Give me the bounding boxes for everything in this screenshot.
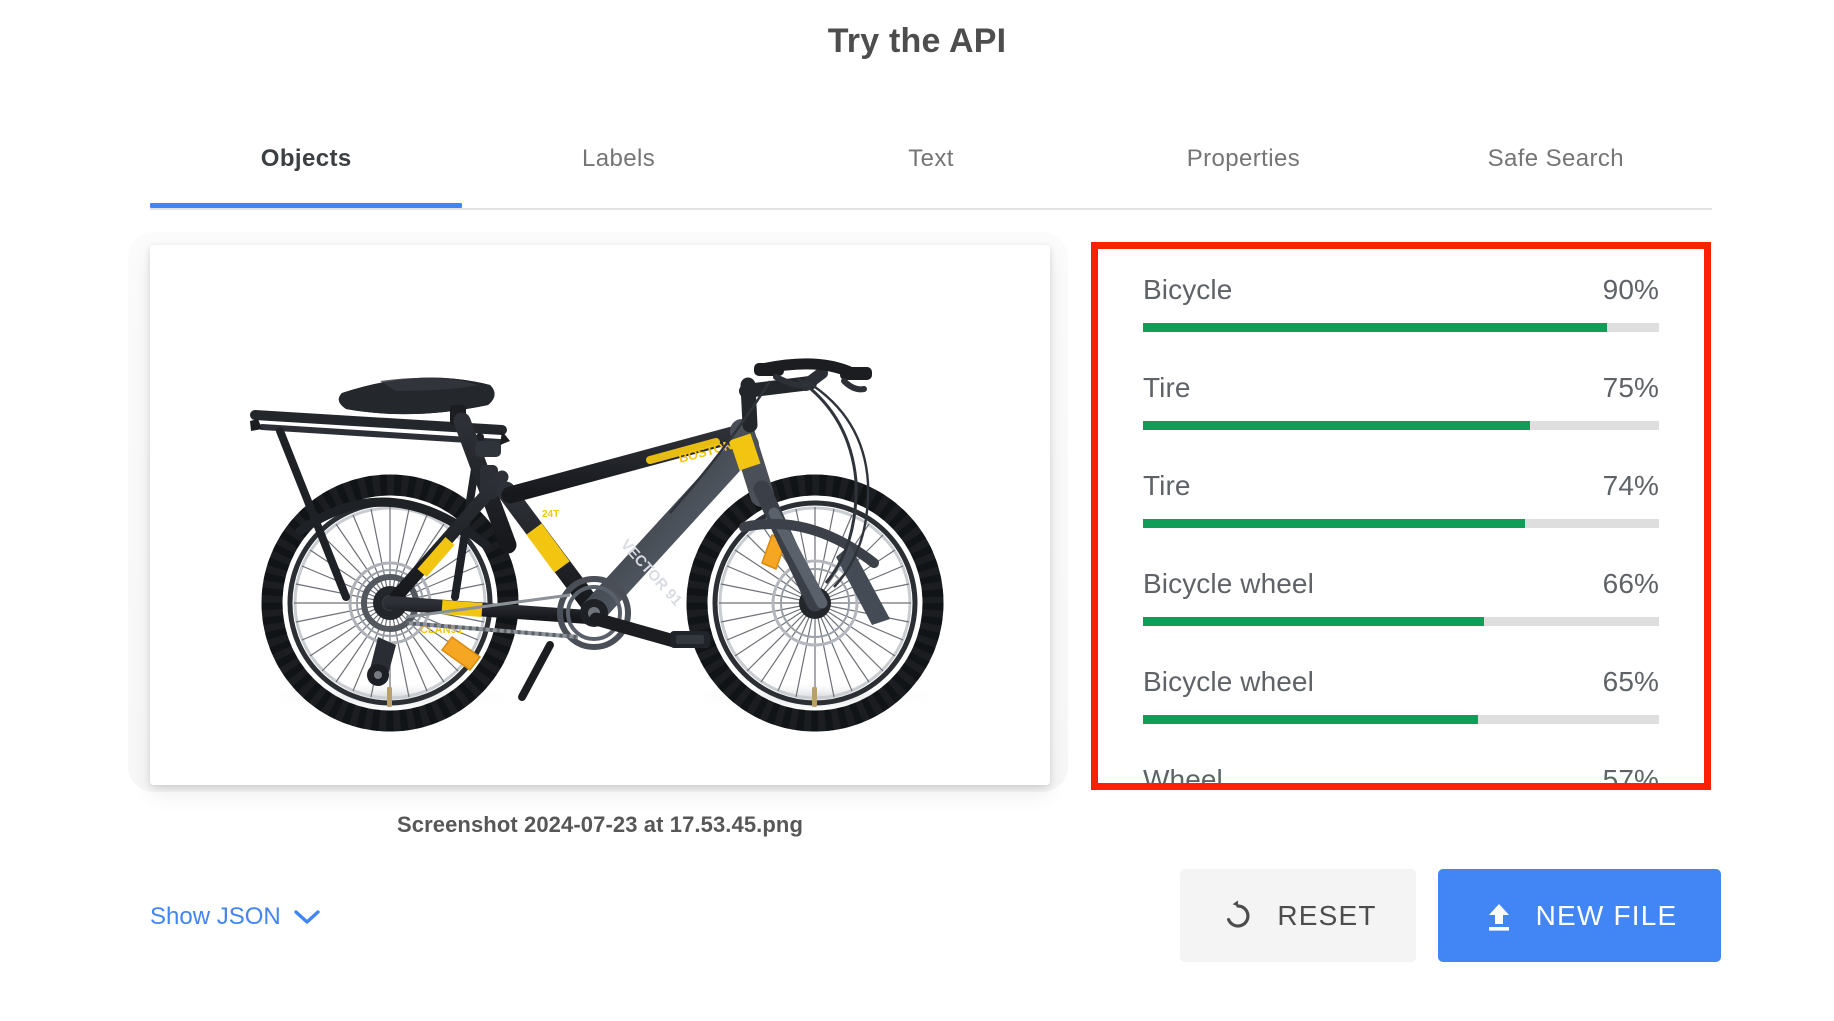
confidence-bar-track (1143, 617, 1659, 626)
tab-text[interactable]: Text (775, 128, 1087, 208)
chevron-down-icon (294, 909, 320, 925)
detection-result-row: Wheel 57% (1143, 764, 1659, 790)
bicycle-photo: BOSTON VECTOR 91 24T CLAN91 (150, 245, 1050, 785)
confidence-bar-track (1143, 715, 1659, 724)
confidence-bar-fill (1143, 715, 1479, 724)
tab-bar: Objects Labels Text Properties Safe Search (150, 128, 1712, 212)
show-json-label: Show JSON (150, 903, 281, 930)
tab-labels[interactable]: Labels (462, 128, 774, 208)
detection-result-header: Bicycle 90% (1143, 274, 1659, 306)
detection-result-row: Bicycle 90% (1143, 274, 1659, 332)
confidence-bar-fill (1143, 617, 1484, 626)
tab-label: Safe Search (1487, 145, 1625, 172)
new-file-button-label: NEW FILE (1535, 899, 1678, 931)
detection-result-header: Tire 75% (1143, 372, 1659, 404)
tab-divider (150, 208, 1712, 210)
detection-label: Bicycle (1143, 274, 1233, 305)
detection-label: Tire (1143, 372, 1191, 403)
confidence-bar-fill (1143, 519, 1525, 528)
detection-label: Wheel (1143, 764, 1223, 790)
detection-score: 90% (1602, 274, 1659, 305)
object-detection-results-panel[interactable]: Bicycle 90% Tire 75% Tire 74% Bicycle wheel 66%… (1091, 242, 1711, 790)
tab-objects[interactable]: Objects (150, 128, 463, 208)
detection-result-row: Tire 74% (1143, 470, 1659, 528)
action-button-group: RESET NEW FILE (1180, 869, 1721, 962)
detection-score: 74% (1602, 470, 1659, 501)
image-preview-card[interactable]: BOSTON VECTOR 91 24T CLAN91 (150, 245, 1050, 785)
try-the-api-page: Try the API Objects Labels Text Properties S… (0, 0, 1834, 1021)
confidence-bar-track (1143, 323, 1659, 332)
detection-result-header: Wheel 57% (1143, 764, 1659, 790)
detection-label: Bicycle wheel (1143, 568, 1314, 599)
detection-result-row: Bicycle wheel 65% (1143, 666, 1659, 724)
detection-score: 75% (1602, 372, 1659, 403)
detection-label: Tire (1143, 470, 1191, 501)
detection-result-row: Tire 75% (1143, 372, 1659, 430)
detection-score: 66% (1602, 568, 1659, 599)
tab-label: Objects (260, 145, 352, 172)
confidence-bar-fill (1143, 323, 1608, 332)
tab-label: Text (908, 145, 954, 172)
detection-result-header: Bicycle wheel 66% (1143, 568, 1659, 600)
detection-label: Bicycle wheel (1143, 666, 1314, 697)
tab-safe-search[interactable]: Safe Search (1400, 128, 1712, 208)
rotate-left-icon (1219, 897, 1257, 935)
new-file-button[interactable]: NEW FILE (1438, 869, 1721, 962)
detection-score: 65% (1602, 666, 1659, 697)
confidence-bar-track (1143, 421, 1659, 430)
page-title: Try the API (827, 22, 1007, 60)
tab-label: Labels (582, 145, 656, 172)
upload-icon (1482, 899, 1516, 933)
detection-score: 57% (1602, 764, 1659, 790)
confidence-bar-track (1143, 519, 1659, 528)
detection-result-header: Tire 74% (1143, 470, 1659, 502)
svg-text:24T: 24T (542, 509, 559, 520)
reset-button-label: RESET (1277, 899, 1377, 931)
detection-result-header: Bicycle wheel 65% (1143, 666, 1659, 698)
tab-label: Properties (1186, 145, 1301, 172)
tab-properties[interactable]: Properties (1087, 128, 1399, 208)
file-name-caption: Screenshot 2024-07-23 at 17.53.45.png (396, 812, 804, 837)
show-json-toggle[interactable]: Show JSON (150, 903, 320, 931)
confidence-bar-fill (1143, 421, 1530, 430)
reset-button[interactable]: RESET (1180, 869, 1416, 962)
detection-result-row: Bicycle wheel 66% (1143, 568, 1659, 626)
